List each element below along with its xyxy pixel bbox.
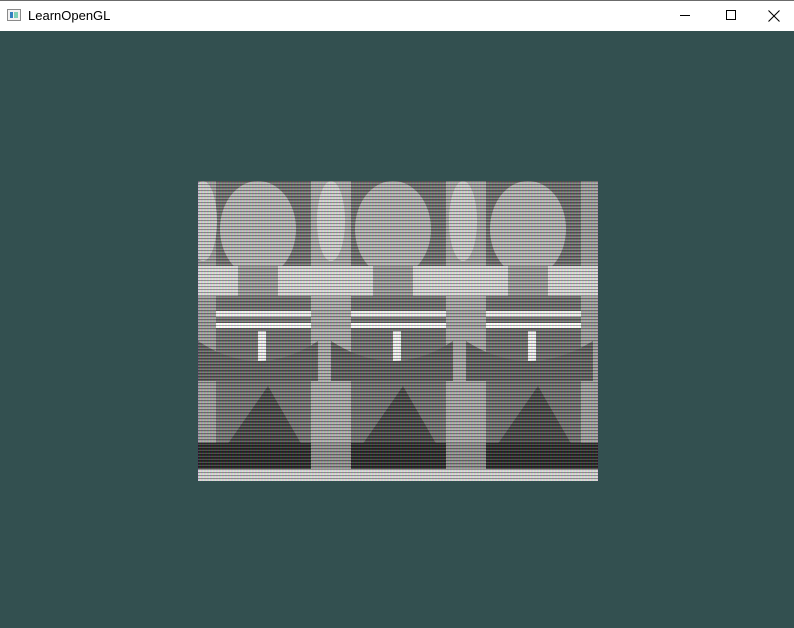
- maximize-button[interactable]: [708, 1, 754, 31]
- minimize-button[interactable]: [662, 1, 708, 31]
- minimize-icon: [680, 15, 690, 16]
- close-button[interactable]: [752, 1, 794, 31]
- garbled-texture-image: [198, 181, 598, 481]
- rendered-texture-quad: [198, 181, 598, 481]
- close-icon: [768, 10, 780, 22]
- gl-viewport[interactable]: [0, 31, 794, 628]
- app-icon-part-blue: [10, 12, 13, 18]
- maximize-icon: [726, 10, 736, 20]
- app-icon-part-green: [14, 12, 18, 18]
- title-bar[interactable]: LearnOpenGL: [0, 0, 794, 31]
- window-title: LearnOpenGL: [28, 8, 111, 23]
- learnopengl-window: LearnOpenGL: [0, 0, 794, 628]
- app-icon: [7, 9, 21, 21]
